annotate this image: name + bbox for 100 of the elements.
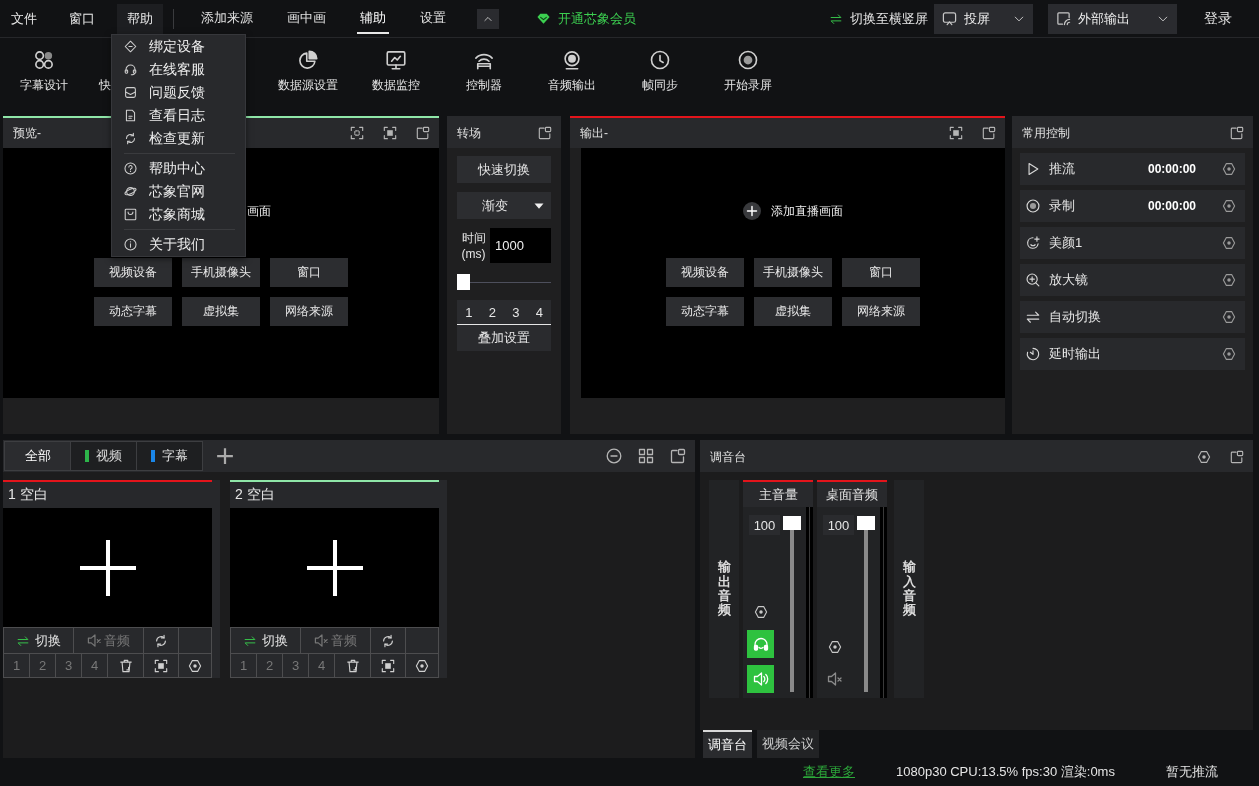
settings-icon[interactable]	[1222, 236, 1236, 250]
menu-entry[interactable]: 检查更新	[112, 127, 245, 150]
control-row[interactable]: 推流 00:00:00	[1020, 153, 1245, 185]
settings-button[interactable]	[406, 654, 438, 677]
settings-icon[interactable]	[1222, 162, 1236, 176]
toolbar-button[interactable]: 开始录屏	[704, 38, 792, 110]
control-row[interactable]: 自动切换	[1020, 301, 1245, 333]
layer-tab[interactable]: 1	[462, 304, 476, 320]
menu-tab[interactable]: 添加来源	[184, 2, 270, 34]
menu-entry[interactable]: 芯象商城	[112, 203, 245, 226]
toolbar-button[interactable]: 音频输出	[528, 38, 616, 110]
fullscreen-button[interactable]	[144, 654, 178, 677]
refresh-button[interactable]	[144, 628, 178, 653]
add-icon[interactable]	[216, 447, 234, 465]
panel-tab[interactable]: 调音台	[703, 730, 752, 758]
effect-dropdown[interactable]: 渐变	[457, 192, 551, 219]
plus-icon[interactable]	[79, 539, 136, 596]
source-button[interactable]: 窗口	[842, 258, 920, 287]
minus-circle-icon[interactable]	[606, 448, 622, 464]
source-button[interactable]: 网络来源	[842, 297, 920, 326]
fader-thumb[interactable]	[857, 516, 875, 530]
add-live-link[interactable]: 添加直播画面	[771, 202, 843, 220]
quick-switch-button[interactable]: 快速切换	[457, 156, 551, 183]
layer-tab[interactable]: 3	[509, 304, 523, 320]
menu-entry[interactable]: 查看日志	[112, 104, 245, 127]
cast-dropdown[interactable]: 投屏	[934, 3, 1033, 34]
switch-button[interactable]: 切换	[231, 628, 300, 653]
toolbar-button[interactable]: 控制器	[440, 38, 528, 110]
layer-tab[interactable]: 2	[485, 304, 499, 320]
more-link[interactable]: 查看更多	[803, 763, 855, 781]
settings-icon[interactable]	[1222, 310, 1236, 324]
panel-tab[interactable]: 视频会议	[757, 730, 819, 758]
add-circle-icon[interactable]	[743, 202, 761, 220]
pop-out-icon[interactable]	[416, 126, 430, 140]
source-button[interactable]: 动态字幕	[94, 297, 172, 326]
category-tab[interactable]: 视频	[70, 441, 137, 471]
source-button[interactable]: 视频设备	[94, 258, 172, 287]
switch-button[interactable]: 切换	[4, 628, 73, 653]
control-row[interactable]: 录制 00:00:00	[1020, 190, 1245, 222]
settings-icon[interactable]	[1222, 273, 1236, 287]
source-button[interactable]: 视频设备	[666, 258, 744, 287]
pop-out-icon[interactable]	[1230, 450, 1244, 464]
menu-entry[interactable]: 在线客服	[112, 58, 245, 81]
pop-out-icon[interactable]	[538, 126, 552, 140]
delete-button[interactable]	[108, 654, 143, 677]
menu-entry[interactable]: 关于我们	[112, 233, 245, 256]
menu-item[interactable]: 窗口	[59, 3, 105, 34]
pop-out-icon[interactable]	[670, 448, 686, 464]
toolbar-button[interactable]: 帧同步	[616, 38, 704, 110]
delete-button[interactable]	[335, 654, 370, 677]
refresh-button[interactable]	[371, 628, 405, 653]
settings-icon[interactable]	[753, 605, 768, 619]
settings-icon[interactable]	[1222, 347, 1236, 361]
settings-icon[interactable]	[827, 640, 842, 654]
overlay-settings-button[interactable]: 叠加设置	[457, 325, 551, 351]
output-dropdown[interactable]: 外部输出	[1048, 3, 1177, 34]
menu-item[interactable]: 帮助	[117, 3, 163, 34]
source-button[interactable]: 网络来源	[270, 297, 348, 326]
category-tab[interactable]: 全部	[4, 441, 71, 471]
plus-icon[interactable]	[306, 539, 363, 596]
login-button[interactable]: 登录	[1204, 9, 1232, 28]
source-button[interactable]: 虚拟集	[182, 297, 260, 326]
settings-icon[interactable]	[1197, 450, 1211, 464]
pop-out-icon[interactable]	[982, 126, 996, 140]
settings-button[interactable]	[179, 654, 211, 677]
menu-entry[interactable]: 芯象官网	[112, 180, 245, 203]
focus-frame-icon[interactable]	[350, 126, 364, 140]
menu-entry[interactable]: 帮助中心	[112, 157, 245, 180]
menu-entry[interactable]: 绑定设备	[112, 35, 245, 58]
toolbar-button[interactable]: 数据监控	[352, 38, 440, 110]
add-live-link[interactable]: 画面	[247, 202, 271, 220]
menu-item[interactable]: 文件	[1, 3, 47, 34]
fullscreen-icon[interactable]	[383, 126, 397, 140]
membership-link[interactable]: 开通芯象会员	[537, 9, 636, 28]
pop-out-icon[interactable]	[1230, 126, 1244, 140]
control-row[interactable]: 美颜1	[1020, 227, 1245, 259]
toolbar-button[interactable]: 数据源设置	[264, 38, 352, 110]
fader-thumb[interactable]	[783, 516, 801, 530]
grid-view-icon[interactable]	[638, 448, 654, 464]
source-button[interactable]: 手机摄像头	[754, 258, 832, 287]
layer-tab[interactable]: 4	[532, 304, 546, 320]
source-button[interactable]: 窗口	[270, 258, 348, 287]
duration-input[interactable]: 1000	[490, 228, 551, 263]
control-row[interactable]: 放大镜	[1020, 264, 1245, 296]
source-button[interactable]: 手机摄像头	[182, 258, 260, 287]
slider-thumb[interactable]	[457, 274, 470, 290]
toolbar-button[interactable]: 字幕设计	[0, 38, 88, 110]
menu-entry[interactable]: 问题反馈	[112, 81, 245, 104]
fullscreen-button[interactable]	[371, 654, 405, 677]
settings-icon[interactable]	[1222, 199, 1236, 213]
source-button[interactable]: 虚拟集	[754, 297, 832, 326]
menu-tab[interactable]: 画中画	[270, 2, 343, 34]
menu-tab[interactable]: 设置	[403, 2, 463, 34]
orientation-button[interactable]: 切换至横竖屏	[830, 9, 928, 28]
source-button[interactable]: 动态字幕	[666, 297, 744, 326]
fullscreen-icon[interactable]	[949, 126, 963, 140]
collapse-button[interactable]	[477, 8, 499, 29]
control-row[interactable]: 延时输出	[1020, 338, 1245, 370]
toolbar-button[interactable]: 快	[99, 78, 111, 92]
category-tab[interactable]: 字幕	[136, 441, 203, 471]
